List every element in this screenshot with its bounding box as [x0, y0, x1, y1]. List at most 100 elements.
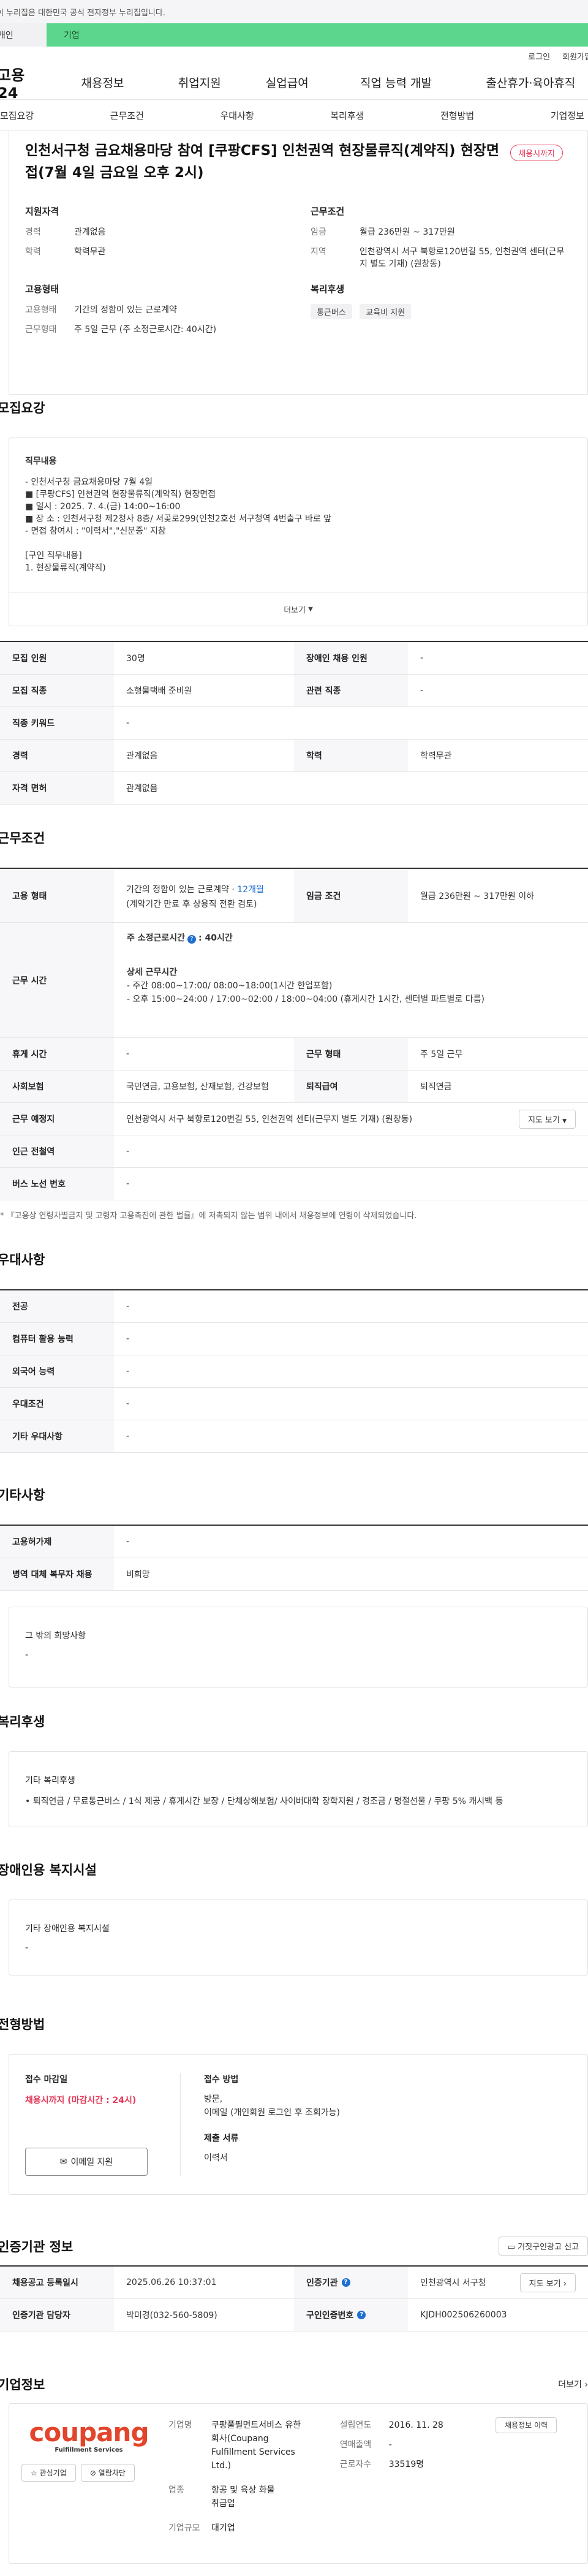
- more-label: 더보기: [284, 606, 306, 615]
- report-ad-button[interactable]: ▭ 거짓구인광고 신고: [498, 2237, 588, 2256]
- summary-value: 주 5일 근무 (주 소정근로시간: 40시간): [74, 325, 217, 335]
- preference-table: 전공 - 컴퓨터 활용 능력 - 외국어 능력 - 우대조건 - 기타 우대사항 -: [0, 1289, 588, 1453]
- tab-enterprise-label: 기업: [64, 31, 80, 40]
- login-link[interactable]: 로그인: [528, 50, 550, 62]
- table-value: 퇴직연금: [420, 1082, 452, 1092]
- summary-grid: 지원자격 경력 관계없음 학력 학력무관 고용형태 고용형태 기간의 정함이 있는 근…: [25, 205, 571, 343]
- table-row: 인근 전철역 -: [0, 1135, 588, 1168]
- email-apply-button[interactable]: ✉ 이메일 지원: [25, 2148, 148, 2176]
- company-info-grid: 기업명 쿠팡풀필먼트서비스 유한회사(Coupang Fulfillment Se…: [156, 2417, 575, 2548]
- table-row: 모집 직종 소형물택배 준비원 관련 직종 -: [0, 675, 588, 707]
- company-section: 기업정보 더보기 › coupang Fulfillment Services …: [0, 2375, 588, 2564]
- table-row: 기타 우대사항 -: [0, 1420, 588, 1453]
- table-key: 근무 예정지: [0, 1103, 114, 1135]
- table-value: 비희망: [126, 1570, 150, 1580]
- company-logo-text: coupang: [29, 2417, 149, 2447]
- company-more-link[interactable]: 더보기 ›: [558, 2378, 588, 2390]
- docs-value: 이력서: [204, 2153, 228, 2163]
- table-row: 자격 면허 관계없음: [0, 772, 588, 805]
- description-line: ■ 장 소 : 인천서구청 제2청사 8층/ 서곶로299(인천2호선 서구청역…: [25, 514, 332, 524]
- tab-enterprise[interactable]: 기업: [47, 23, 588, 47]
- company-more-label: 더보기: [558, 2380, 582, 2390]
- company-info-value: 33519명: [388, 2460, 424, 2469]
- table-key: 자격 면허: [0, 772, 114, 804]
- welfare-box: 기타 복리후생 • 퇴직연금 / 무료통근버스 / 1식 제공 / 휴게시간 보…: [9, 1751, 588, 1827]
- table-row: 근무 시간 주 소정근로시간?: 40시간 상세 근무시간 - 주간 08:00…: [0, 923, 588, 1038]
- table-row: 인증기관 담당자 박미경(032-560-5809) 구인인증번호? KJDH002…: [0, 2299, 588, 2332]
- block-view-label: 열람차단: [98, 2469, 126, 2477]
- work-place-value: 인천광역시 서구 북항로120번길 55, 인천권역 센터(근무지 별도 기재)…: [114, 1103, 588, 1135]
- welfare-chip: 통근버스: [311, 304, 352, 319]
- cert-org-text: 인천광역시 서구청: [420, 2278, 486, 2288]
- table-key: 우대조건: [0, 1388, 114, 1420]
- summary-key: 고용형태: [25, 305, 57, 315]
- company-logo-column: coupang Fulfillment Services ☆ 관심기업 ⊘ 열람…: [21, 2419, 156, 2548]
- table-key: 학력: [294, 740, 408, 771]
- welfare-chip: 교육비 지원: [360, 304, 412, 319]
- map-button[interactable]: 지도 보기 ▼: [518, 1109, 576, 1129]
- description-line: ■ [쿠팡CFS] 인천권역 현장물류직(계약직) 현장면접: [25, 490, 216, 499]
- info-icon[interactable]: ?: [187, 935, 197, 944]
- tab-personal[interactable]: 개인: [0, 23, 47, 47]
- subnav-selection[interactable]: 전형방법: [440, 109, 474, 122]
- subnav-conditions[interactable]: 근무조건: [110, 109, 144, 122]
- hope-value: -: [25, 1650, 29, 1660]
- hours-line: - 주간 08:00~17:00/ 08:00~18:00(1시간 한업포함): [127, 981, 333, 991]
- table-key: 고용허가제: [0, 1526, 114, 1558]
- interest-company-button[interactable]: ☆ 관심기업: [21, 2464, 76, 2482]
- subnav-preference[interactable]: 우대사항: [221, 109, 254, 122]
- block-icon: ⊘: [89, 2469, 96, 2477]
- description-line: - 인천서구청 금요채용마당 7월 4일: [25, 477, 153, 487]
- description-line: [구인 직무내용]: [25, 551, 82, 561]
- disability-box: 기타 장애인용 복지시설 -: [9, 1900, 588, 1976]
- table-value: 월급 236만원 ~ 317만원 이하: [420, 891, 535, 901]
- table-key: 인증기관 담당자: [0, 2299, 114, 2331]
- table-row: 병역 대체 복무자 채용 비희망: [0, 1558, 588, 1591]
- company-logo: coupang Fulfillment Services: [21, 2419, 156, 2455]
- conditions-section: 근무조건 고용 형태 기간의 정함이 있는 근로계약 · 12개월 (계약기간 …: [0, 828, 588, 1221]
- conditions-table: 고용 형태 기간의 정함이 있는 근로계약 · 12개월 (계약기간 만료 후 …: [0, 868, 588, 1200]
- summary-row: 임금 월급 236만원 ~ 317만원: [311, 226, 571, 238]
- hours-line: - 오후 15:00~24:00 / 17:00~02:00 / 18:00~0…: [127, 994, 484, 1004]
- method-value: 이메일 (개인회원 로그인 후 조회가능): [204, 2108, 340, 2118]
- subnav-welfare[interactable]: 복리후생: [330, 109, 364, 122]
- info-icon[interactable]: ?: [341, 2278, 350, 2287]
- more-button[interactable]: 더보기 ▼: [9, 593, 587, 626]
- deadline-column: 접수 마감일 채용시까지 (마감시간 : 24시) ✉ 이메일 지원: [25, 2073, 181, 2176]
- site-logo[interactable]: 고용24: [0, 63, 42, 102]
- etc-section: 기타사항 고용허가제 - 병역 대체 복무자 채용 비희망 그 밖의 희망사항 -: [0, 1485, 588, 1688]
- weekly-hours-value: : 40시간: [198, 933, 233, 943]
- gnb-menu-jobs[interactable]: 채용정보: [74, 74, 132, 91]
- gnb-menu-skills[interactable]: 직업 능력 개발: [353, 74, 439, 91]
- table-value: -: [126, 1301, 130, 1311]
- info-icon[interactable]: ?: [357, 2311, 366, 2319]
- map-button[interactable]: 지도 보기 ›: [519, 2273, 576, 2292]
- welfare-heading: 복리후생: [311, 284, 345, 295]
- join-link[interactable]: 회원가입: [562, 50, 588, 62]
- gnb-menu-employment-support[interactable]: 취업지원: [168, 74, 231, 91]
- company-logo-subtext: Fulfillment Services: [55, 2447, 123, 2453]
- table-value: 주 5일 근무: [420, 1050, 463, 1059]
- recruit-title: 모집요강: [0, 401, 45, 415]
- table-key: 인근 전철역: [0, 1135, 114, 1167]
- map-button-label: 지도 보기: [529, 2279, 561, 2289]
- subnav-company[interactable]: 기업정보: [551, 109, 584, 122]
- cert-table: 채용공고 등록일시 2025.06.26 10:37:01 인증기관? 인천광역시…: [0, 2265, 588, 2332]
- table-row: 버스 노선 번호 -: [0, 1168, 588, 1200]
- gnb-menu-leave[interactable]: 출산휴가·육아휴직: [473, 74, 588, 91]
- job-history-button[interactable]: 채용정보 이력: [496, 2417, 557, 2433]
- description-line: [25, 537, 571, 550]
- gnb-menu-unemployment[interactable]: 실업급여: [255, 74, 318, 91]
- table-value: 학력무관: [420, 751, 452, 761]
- hope-box: 그 밖의 희망사항 -: [9, 1607, 588, 1688]
- table-value: -: [126, 1399, 130, 1409]
- contract-period-link[interactable]: 12개월: [237, 885, 264, 895]
- welfare-label: 기타 복리후생: [25, 1776, 75, 1786]
- welfare-chips: 통근버스 교육비 지원: [311, 304, 571, 319]
- summary-value: 기간의 정함이 있는 근로계약: [74, 305, 177, 315]
- block-view-button[interactable]: ⊘ 열람차단: [80, 2464, 135, 2482]
- utility-nav: 로그인 회원가입: [0, 47, 588, 65]
- subnav-recruit[interactable]: 모집요강: [0, 109, 34, 122]
- welfare-text: • 퇴직연금 / 무료통근버스 / 1식 제공 / 휴게시간 보장 / 단체상해…: [25, 1797, 503, 1806]
- table-value: -: [126, 1334, 130, 1344]
